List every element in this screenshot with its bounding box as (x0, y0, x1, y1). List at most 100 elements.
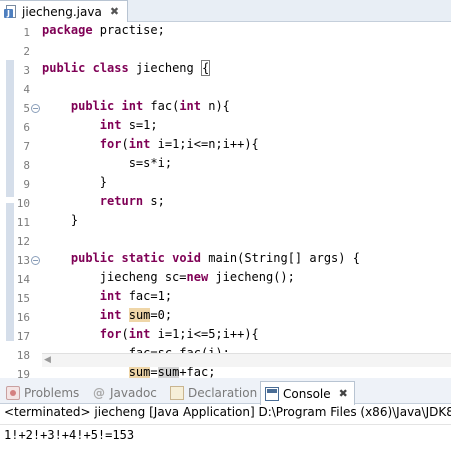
code-line[interactable]: jiecheng sc=new jiecheng(); (42, 270, 295, 289)
code-token: jiecheng (128, 61, 201, 75)
line-number-gutter: 12345−678910111213−141516171819202122 (13, 22, 41, 438)
tab-javadoc[interactable]: @ Javadoc (92, 382, 157, 404)
code-token: package (42, 23, 93, 37)
code-line[interactable]: return s; (42, 194, 165, 213)
code-token: int (128, 327, 151, 341)
code-token: return (99, 194, 144, 208)
code-line[interactable]: public static void main(String[] args) { (42, 251, 360, 270)
view-tab-bar: Problems @ Javadoc Declaration Console ✖ (0, 378, 451, 405)
code-line[interactable]: int sum=0; (42, 308, 172, 327)
bottom-views-panel: Problems @ Javadoc Declaration Console ✖… (0, 378, 451, 466)
line-number: 18 (16, 349, 30, 362)
editor-tab-jiecheng[interactable]: J jiecheng.java ✖ (0, 0, 128, 22)
code-token: int (99, 308, 122, 322)
code-line[interactable]: int fac=1; (42, 289, 172, 308)
code-token: int (99, 118, 122, 132)
tab-problems-label: Problems (24, 386, 80, 400)
code-token: new (186, 270, 209, 284)
code-line[interactable]: } (42, 213, 78, 232)
line-number: 11 (16, 216, 30, 229)
code-token: = (150, 365, 158, 379)
code-line[interactable]: } (42, 175, 107, 194)
code-token: i=1;i<=n;i++){ (150, 137, 259, 151)
problems-icon (6, 386, 20, 400)
console-status: <terminated> jiecheng [Java Application]… (0, 405, 451, 425)
java-file-icon: J (4, 4, 18, 19)
code-token: { (200, 60, 211, 76)
code-token: fac( (143, 99, 180, 113)
code-token: ( (121, 327, 129, 341)
line-number: 7 (23, 140, 30, 153)
line-number: 5 (23, 102, 30, 115)
code-token: s=1; (121, 118, 158, 132)
code-token: void (172, 251, 201, 265)
line-number: 10 (16, 197, 30, 210)
tab-declaration-label: Declaration (188, 386, 258, 400)
line-number: 8 (23, 159, 30, 172)
code-line[interactable]: for(int i=1;i<=5;i++){ (42, 327, 259, 346)
fold-toggle-icon[interactable]: − (31, 104, 40, 113)
code-token: int (99, 289, 122, 303)
code-token: } (42, 213, 79, 227)
code-token: main(String[] args) { (201, 251, 360, 265)
line-number: 17 (16, 330, 30, 343)
horizontal-scrollbar[interactable]: ◀ (42, 353, 451, 367)
code-token: jiecheng(); (208, 270, 295, 284)
tab-problems[interactable]: Problems (6, 382, 79, 404)
code-token: s; (143, 194, 165, 208)
line-number: 16 (16, 311, 30, 324)
code-token: int (121, 99, 144, 113)
code-editor[interactable]: 12345−678910111213−141516171819202122 pa… (0, 22, 451, 438)
code-token: static (121, 251, 165, 265)
line-number: 15 (16, 292, 30, 305)
code-line[interactable]: public int fac(int n){ (42, 99, 230, 118)
code-line[interactable]: int s=1; (42, 118, 158, 137)
console-icon (265, 386, 279, 401)
code-token: class (92, 61, 129, 75)
tab-console[interactable]: Console ✖ (260, 381, 355, 405)
line-number: 6 (23, 121, 30, 134)
code-token: s=s*i; (42, 156, 173, 170)
code-token: } (42, 175, 108, 189)
editor-tab-bar: J jiecheng.java ✖ (0, 0, 451, 22)
code-token: sum (128, 308, 151, 322)
line-number: 14 (16, 273, 30, 286)
fold-toggle-icon[interactable]: − (31, 256, 40, 265)
tab-declaration[interactable]: Declaration (170, 382, 257, 404)
line-number: 4 (23, 83, 30, 96)
line-number: 3 (23, 64, 30, 77)
code-line[interactable]: package practise; (42, 23, 165, 42)
code-token: public (70, 99, 115, 113)
tab-console-label: Console (283, 386, 331, 401)
line-number: 1 (23, 26, 30, 39)
code-line[interactable]: public class jiecheng { (42, 60, 211, 80)
close-icon[interactable]: ✖ (339, 387, 348, 400)
overview-ruler (0, 22, 14, 356)
code-line[interactable]: s=s*i; (42, 156, 172, 175)
code-line[interactable]: for(int i=1;i<=n;i++){ (42, 137, 259, 156)
code-token: for (99, 137, 122, 151)
line-number: 13 (16, 254, 30, 267)
console-output[interactable]: 1!+2!+3!+4!+5!=153 (4, 426, 134, 444)
code-token: sum (157, 365, 180, 379)
tab-javadoc-label: Javadoc (110, 386, 157, 400)
code-token: practise; (92, 23, 165, 37)
editor-tab-title: jiecheng.java (22, 4, 102, 19)
line-number: 2 (23, 45, 30, 58)
declaration-icon (170, 386, 184, 400)
code-token: fac=1; (121, 289, 173, 303)
close-icon[interactable]: ✖ (110, 5, 119, 18)
scroll-left-icon[interactable]: ◀ (44, 355, 51, 365)
